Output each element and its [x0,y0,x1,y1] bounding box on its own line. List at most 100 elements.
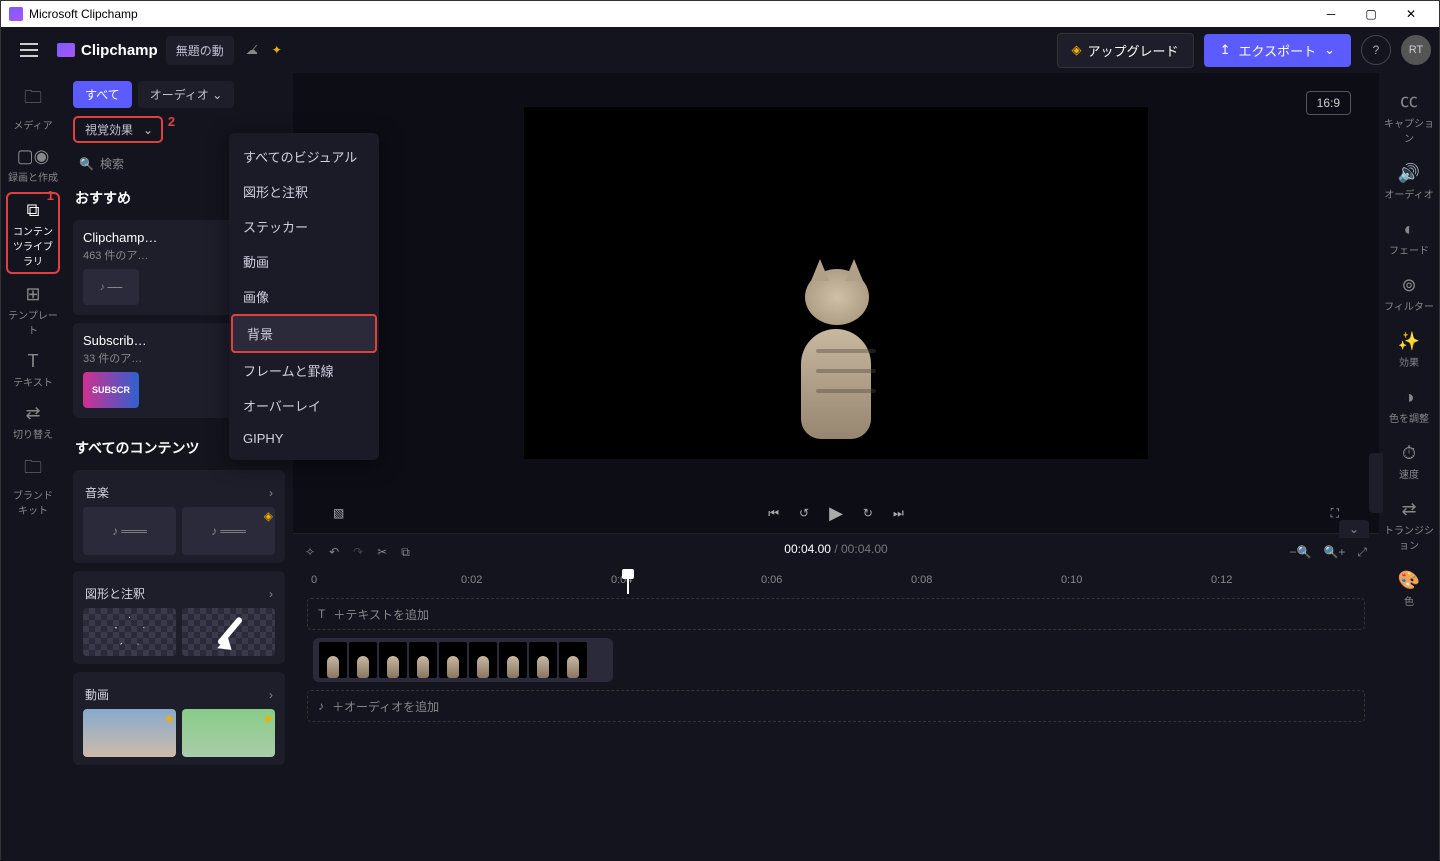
timeline-ruler[interactable]: 0 0:02 0:04 0:06 0:08 0:10 0:12 [293,570,1379,594]
app-title: Microsoft Clipchamp [29,7,138,21]
text-icon: T [318,607,325,621]
menu-stickers[interactable]: ステッカー [229,209,379,244]
export-label: エクスポート [1238,41,1316,60]
video-thumb[interactable]: ◈ [83,709,176,757]
fit-icon[interactable]: ⤢ [1357,545,1367,560]
annotation-1: 1 [47,188,54,203]
rnav-transition[interactable]: ⇄トランジション [1379,495,1439,556]
zoom-in-icon[interactable]: 🔍+ [1323,545,1345,560]
upload-icon: ↥ [1220,42,1231,58]
nav-media[interactable]: 🗀メディア [6,79,60,136]
nav-text[interactable]: Tテキスト [6,345,60,393]
video-track[interactable] [307,636,1365,684]
app-icon [9,7,23,21]
rnav-fade[interactable]: ◐フェード [1385,215,1433,261]
chevron-right-icon: › [269,587,273,601]
filter-icon: ⊚ [1384,275,1434,296]
undo-icon[interactable]: ↶ [329,545,339,559]
split-icon[interactable]: ✂ [377,545,387,559]
watermark-toggle-icon[interactable]: ▧ [333,506,344,520]
side-panel: すべて オーディオ ⌄ 視覚効果 ⌄ 2 🔍 検索 すべてのビジュアル 図形と注… [65,73,293,861]
magic-icon[interactable]: ✧ [305,545,315,559]
user-avatar[interactable]: RT [1401,35,1431,65]
music-thumb[interactable]: ♪ ═══ ◈ [182,507,275,555]
palette-icon: 🎨 [1398,570,1420,591]
brand-logo[interactable]: Clipchamp [57,42,158,59]
aspect-ratio-button[interactable]: 16:9 [1306,91,1351,115]
rnav-adjust[interactable]: ◑色を調整 [1385,383,1433,429]
chevron-down-icon: ⌄ [212,88,222,102]
card-thumb: SUBSCR [83,372,139,408]
left-nav: 🗀メディア ▢◉録画と作成 1 ⧉コンテンツライブラリ ⊞テンプレート Tテキス… [1,73,65,861]
brand-icon: 🗀 [8,455,58,485]
menu-giphy[interactable]: GIPHY [229,423,379,454]
nav-transitions[interactable]: ⇄切り替え [6,397,60,445]
menu-overlays[interactable]: オーバーレイ [229,388,379,423]
section-shapes[interactable]: 図形と注釈› [73,571,285,664]
zoom-out-icon[interactable]: −🔍 [1289,545,1311,560]
rewind-icon[interactable]: ↺ [799,506,809,520]
project-name-input[interactable]: 無題の動 [166,36,234,65]
hamburger-menu[interactable] [9,27,49,73]
cloud-sync-icon[interactable]: ☁̸ [246,43,258,57]
text-track[interactable]: T＋テキストを追加 [307,598,1365,630]
video-clip[interactable] [313,638,613,682]
filter-all[interactable]: すべて [73,81,132,108]
filter-visual-dropdown[interactable]: 視覚効果 ⌄ 2 [73,116,163,143]
nav-templates[interactable]: ⊞テンプレート [6,278,60,341]
rnav-color[interactable]: 🎨色 [1394,566,1424,612]
video-thumb[interactable]: ◈ [182,709,275,757]
export-button[interactable]: ↥ エクスポート ⌄ [1204,34,1351,67]
titlebar: Microsoft Clipchamp ─ ▢ ✕ [1,1,1439,27]
section-music[interactable]: 音楽› ♪ ═══ ♪ ═══ ◈ [73,470,285,563]
annotation-2: 2 [168,114,175,129]
right-panel-collapse[interactable] [1369,453,1383,513]
duplicate-icon[interactable]: ⧉ [401,545,410,560]
shape-thumb-burst[interactable] [83,608,176,656]
music-thumb[interactable]: ♪ ═══ [83,507,176,555]
fullscreen-icon[interactable]: ⛶ [1331,506,1339,521]
skip-start-icon[interactable]: ⏮ [768,506,779,521]
audio-track[interactable]: ♪＋オーディオを追加 [307,690,1365,722]
menu-frames[interactable]: フレームと罫線 [229,353,379,388]
rnav-filter[interactable]: ⊚フィルター [1380,271,1438,317]
skip-end-icon[interactable]: ⏭ [893,506,904,521]
play-button[interactable]: ▶ [829,503,843,524]
rnav-effects[interactable]: ✨効果 [1394,327,1424,373]
chevron-right-icon: › [269,688,273,702]
nav-record[interactable]: ▢◉録画と作成 [6,140,60,188]
fade-icon: ◐ [1389,219,1429,240]
rnav-audio[interactable]: 🔊オーディオ [1380,159,1437,205]
rnav-speed[interactable]: ⏱速度 [1395,439,1423,485]
menu-backgrounds[interactable]: 背景 [231,314,377,353]
upgrade-button[interactable]: ◈ アップグレード [1057,33,1194,68]
template-icon: ⊞ [8,284,58,305]
visual-dropdown-menu: すべてのビジュアル 図形と注釈 ステッカー 動画 画像 背景 フレームと罫線 オ… [229,133,379,460]
library-icon: ⧉ [10,200,56,221]
menu-images[interactable]: 画像 [229,279,379,314]
rnav-captions[interactable]: ㏄キャプション [1379,83,1439,149]
speaker-icon: 🔊 [1384,163,1433,184]
close-button[interactable]: ✕ [1391,1,1431,27]
shape-thumb-arrow[interactable] [182,608,275,656]
text-icon: T [8,351,58,372]
transition-icon: ⇄ [8,403,58,424]
forward-icon[interactable]: ↻ [863,506,873,520]
redo-icon[interactable]: ↷ [353,545,363,559]
maximize-button[interactable]: ▢ [1351,1,1391,27]
video-preview[interactable] [524,107,1148,459]
timeline-collapse-icon[interactable]: ⌄ [1339,520,1369,538]
help-button[interactable]: ? [1361,35,1391,65]
filter-audio[interactable]: オーディオ ⌄ [138,81,235,108]
section-videos[interactable]: 動画› ◈ ◈ [73,672,285,765]
nav-brand-kit[interactable]: 🗀ブランド キット [6,449,60,521]
menu-all-visuals[interactable]: すべてのビジュアル [229,139,379,174]
menu-shapes[interactable]: 図形と注釈 [229,174,379,209]
player-controls: ▧ ⏮ ↺ ▶ ↻ ⏭ ⛶ [768,493,904,533]
playhead[interactable] [627,570,629,594]
sparkle-icon[interactable]: ✦ [272,43,282,57]
menu-videos[interactable]: 動画 [229,244,379,279]
minimize-button[interactable]: ─ [1311,1,1351,27]
nav-content-library[interactable]: 1 ⧉コンテンツライブラリ [6,192,60,274]
adjust-icon: ◑ [1389,387,1429,408]
